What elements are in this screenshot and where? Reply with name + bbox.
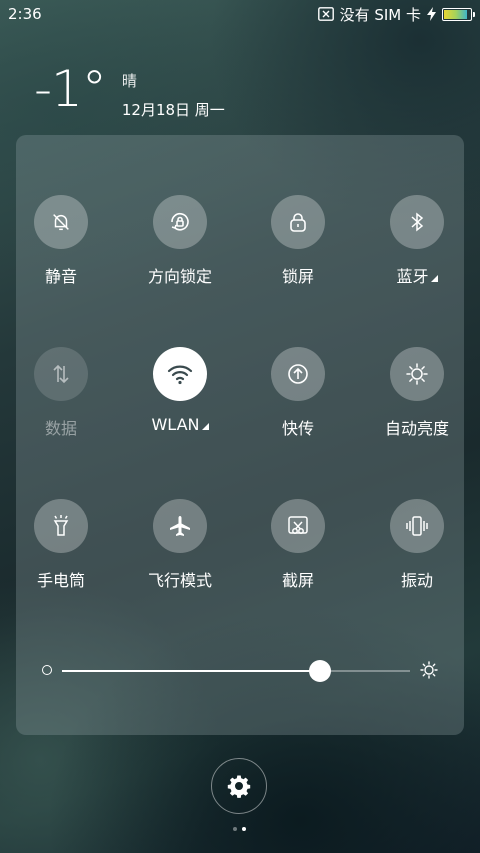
tile-flashlight[interactable]: 手电筒 bbox=[2, 499, 120, 609]
flashlight-icon bbox=[53, 515, 69, 536]
tile-label: 锁屏 bbox=[281, 267, 314, 286]
tile-label: 快传 bbox=[281, 419, 314, 438]
status-bar: 2:36 没有 SIM 卡 bbox=[0, 0, 480, 28]
tile-screenshot[interactable]: 截屏 bbox=[239, 499, 357, 609]
quick-settings-panel: 静音 方向锁定 锁屏 蓝牙 数据 WLAN 快传 自动亮度 手电筒 飞行模式 截… bbox=[16, 135, 464, 735]
upload-icon bbox=[288, 364, 308, 384]
tile-label: 截屏 bbox=[281, 571, 314, 590]
settings-button[interactable] bbox=[211, 758, 267, 814]
tile-label: 手电筒 bbox=[36, 571, 85, 590]
tile-label: 自动亮度 bbox=[384, 419, 449, 438]
battery-icon bbox=[442, 7, 475, 21]
vibrate-button[interactable] bbox=[390, 499, 444, 553]
page-indicator bbox=[233, 827, 246, 831]
tile-bluetooth[interactable]: 蓝牙 bbox=[358, 195, 476, 305]
tile-label: 蓝牙 bbox=[396, 267, 429, 286]
charging-bolt-icon bbox=[427, 7, 436, 21]
weather-widget[interactable]: -1° 晴 12月18日 周一 bbox=[34, 64, 225, 120]
tile-mute[interactable]: 静音 bbox=[2, 195, 120, 305]
battery-fill bbox=[444, 9, 467, 19]
quick-transfer-button[interactable] bbox=[271, 347, 325, 401]
screenshot-icon bbox=[288, 516, 308, 534]
temperature: -1° bbox=[34, 60, 107, 118]
screenshot-button[interactable] bbox=[271, 499, 325, 553]
tile-mobile-data[interactable]: 数据 bbox=[2, 347, 120, 457]
tile-label: 方向锁定 bbox=[147, 267, 212, 286]
bell-off-icon bbox=[53, 214, 69, 231]
slider-thumb[interactable] bbox=[308, 660, 331, 682]
tile-rotation-lock[interactable]: 方向锁定 bbox=[121, 195, 239, 305]
brightness-slider[interactable] bbox=[42, 655, 442, 685]
brightness-high-icon bbox=[420, 661, 438, 679]
page-dot-current bbox=[242, 827, 246, 831]
gear-icon bbox=[227, 775, 251, 798]
tile-label: 静音 bbox=[44, 267, 77, 286]
tile-lock-screen[interactable]: 锁屏 bbox=[239, 195, 357, 305]
flashlight-button[interactable] bbox=[34, 499, 88, 553]
brightness-low-icon bbox=[42, 665, 52, 675]
tile-label: 数据 bbox=[44, 419, 77, 438]
airplane-icon bbox=[170, 516, 190, 536]
tile-label: 振动 bbox=[400, 571, 433, 590]
bluetooth-button[interactable] bbox=[390, 195, 444, 249]
auto-brightness-button[interactable] bbox=[390, 347, 444, 401]
status-right: 没有 SIM 卡 bbox=[317, 4, 475, 25]
slider-track[interactable] bbox=[62, 660, 410, 682]
lock-icon bbox=[290, 213, 306, 232]
mobile-data-button[interactable] bbox=[34, 347, 88, 401]
expand-triangle-icon[interactable] bbox=[430, 275, 438, 282]
airplane-mode-button[interactable] bbox=[153, 499, 207, 553]
status-time: 2:36 bbox=[8, 5, 42, 23]
mute-button[interactable] bbox=[34, 195, 88, 249]
slider-fill bbox=[62, 670, 320, 672]
weather-condition: 晴 bbox=[121, 72, 137, 90]
tile-label: 飞行模式 bbox=[147, 571, 212, 590]
vibrate-icon bbox=[406, 516, 428, 536]
tile-wlan[interactable]: WLAN bbox=[121, 347, 239, 457]
weather-date: 12月18日 周一 bbox=[121, 101, 225, 119]
tile-airplane-mode[interactable]: 飞行模式 bbox=[121, 499, 239, 609]
tile-auto-brightness[interactable]: 自动亮度 bbox=[358, 347, 476, 457]
sim-card-x-icon bbox=[317, 7, 334, 21]
tile-quick-transfer[interactable]: 快传 bbox=[239, 347, 357, 457]
expand-triangle-icon[interactable] bbox=[201, 423, 209, 430]
rotation-lock-button[interactable] bbox=[153, 195, 207, 249]
page-dot bbox=[233, 827, 237, 831]
wifi-icon bbox=[167, 365, 193, 385]
tile-label-with-menu: 蓝牙 bbox=[396, 263, 438, 287]
rotation-lock-icon bbox=[171, 212, 189, 231]
tile-label: WLAN bbox=[151, 415, 200, 434]
mobile-data-icon bbox=[53, 364, 69, 384]
tile-vibrate[interactable]: 振动 bbox=[358, 499, 476, 609]
wlan-button[interactable] bbox=[153, 347, 207, 401]
lock-screen-button[interactable] bbox=[271, 195, 325, 249]
tile-label-with-menu: WLAN bbox=[151, 415, 209, 434]
sim-status-text: 没有 SIM 卡 bbox=[339, 5, 421, 24]
bluetooth-icon bbox=[411, 212, 424, 232]
weather-info: 晴 12月18日 周一 bbox=[122, 70, 225, 120]
auto-brightness-icon bbox=[406, 363, 428, 385]
